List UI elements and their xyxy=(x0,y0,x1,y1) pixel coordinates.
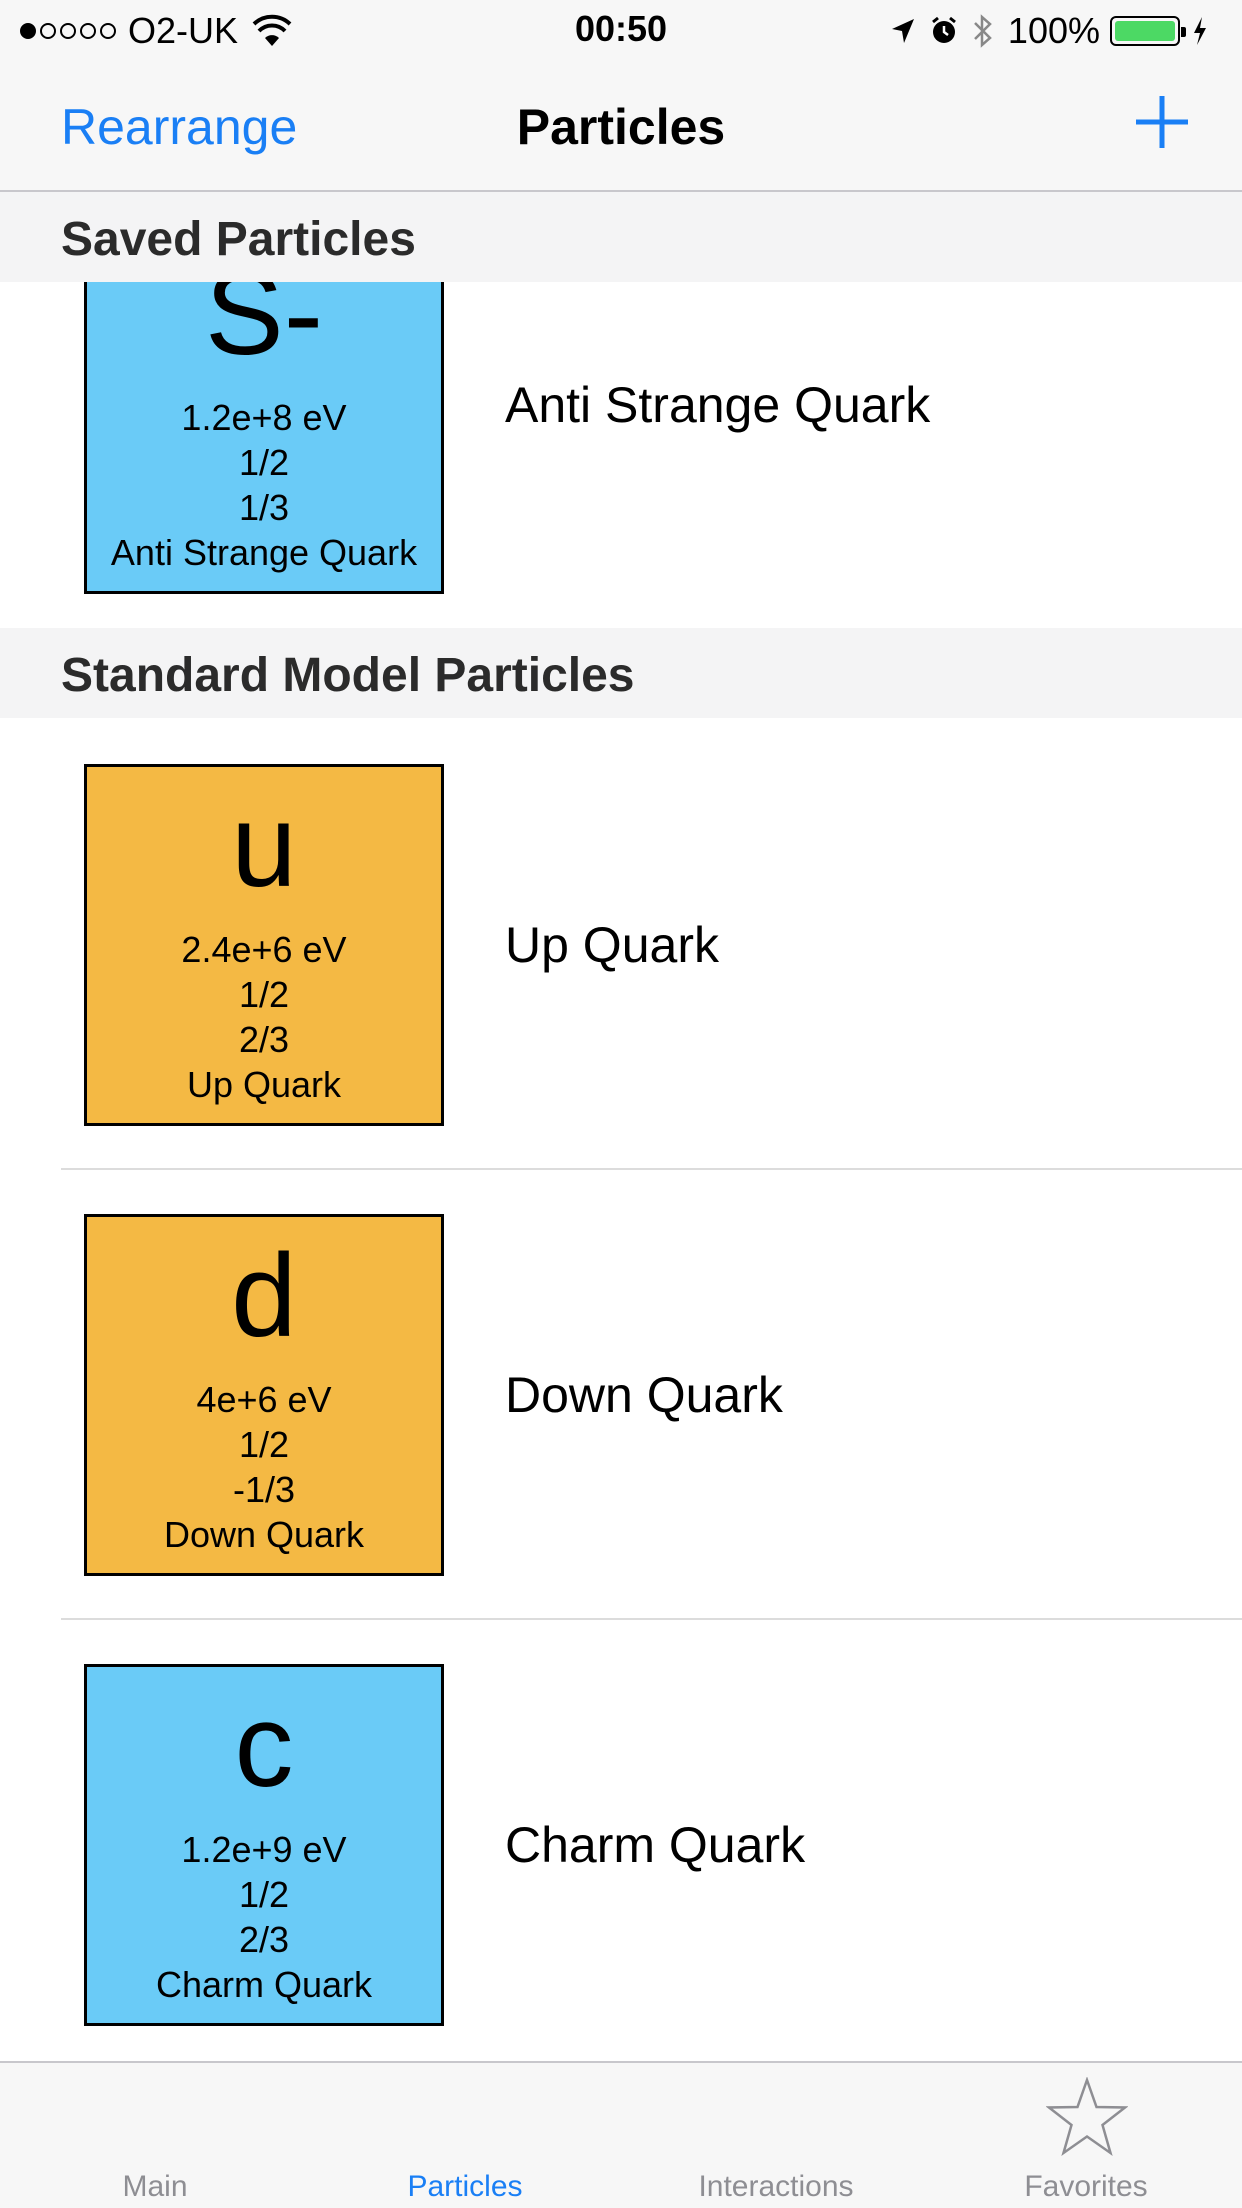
tab-favorites[interactable]: Favorites xyxy=(931,2063,1241,2208)
particle-tile-label: Anti Strange Quark xyxy=(110,532,418,573)
particle-name: Up Quark xyxy=(505,917,719,973)
particle-mass: 4e+6 eV xyxy=(196,1379,332,1420)
section-header-saved: Saved Particles xyxy=(0,192,1242,282)
particle-symbol: d xyxy=(231,1230,297,1362)
list-item[interactable]: u 2.4e+6 eV 1/2 2/3 Up Quark Up Quark xyxy=(0,718,1242,1168)
star-icon xyxy=(1046,2077,1128,2157)
page-title: Particles xyxy=(516,99,726,155)
particle-mass: 1.2e+9 eV xyxy=(181,1829,347,1870)
particle-spin: 1/2 xyxy=(238,974,290,1015)
particle-mass: 1.2e+8 eV xyxy=(181,397,347,438)
particle-tile-label: Up Quark xyxy=(186,1064,342,1105)
alarm-icon xyxy=(931,16,956,43)
particle-spin: 1/2 xyxy=(238,1424,290,1465)
tab-label: Interactions xyxy=(698,2170,854,2203)
tab-label: Particles xyxy=(407,2170,523,2203)
status-bar: O2-UK 00:50 100% xyxy=(0,0,1242,62)
particle-charge: -1/3 xyxy=(232,1469,296,1510)
plus-icon[interactable] xyxy=(1132,92,1192,152)
particle-tile-label: Charm Quark xyxy=(155,1964,373,2005)
particle-name: Charm Quark xyxy=(505,1817,806,1873)
particle-mass: 2.4e+6 eV xyxy=(181,929,347,970)
battery-level xyxy=(1115,21,1175,41)
list-item[interactable]: c 1.2e+9 eV 1/2 2/3 Charm Quark Charm Qu… xyxy=(0,1620,1242,2070)
particle-symbol: c xyxy=(234,1680,294,1812)
list-item[interactable]: d 4e+6 eV 1/2 -1/3 Down Quark Down Quark xyxy=(0,1170,1242,1620)
particle-charge: 2/3 xyxy=(238,1919,290,1960)
particle-name: Anti Strange Quark xyxy=(505,377,931,433)
section-header-standard-model: Standard Model Particles xyxy=(0,628,1242,718)
particle-spin: 1/2 xyxy=(238,442,290,483)
particle-tile: S- 1.2e+8 eV 1/2 1/3 Anti Strange Quark xyxy=(84,282,444,594)
charging-bolt-icon xyxy=(1194,17,1206,45)
bluetooth-icon xyxy=(974,14,992,48)
tab-interactions[interactable]: Interactions xyxy=(621,2063,931,2208)
tab-bar: Main Particles Interactions Favorites xyxy=(0,2061,1242,2208)
particle-symbol: u xyxy=(231,780,297,912)
battery-percent: 100% xyxy=(1007,10,1100,51)
section-title: Saved Particles xyxy=(61,213,416,266)
section-title: Standard Model Particles xyxy=(61,649,635,702)
particle-spin: 1/2 xyxy=(238,1874,290,1915)
tab-particles[interactable]: Particles xyxy=(310,2063,620,2208)
particle-tile-label: Down Quark xyxy=(163,1514,365,1555)
tab-label: Favorites xyxy=(1024,2170,1148,2203)
particle-charge: 1/3 xyxy=(238,487,290,528)
tab-label: Main xyxy=(122,2170,188,2203)
status-bar-right: 100% xyxy=(890,8,1222,54)
particle-tile: d 4e+6 eV 1/2 -1/3 Down Quark xyxy=(84,1214,444,1576)
particle-charge: 2/3 xyxy=(238,1019,290,1060)
list-item[interactable]: S- 1.2e+8 eV 1/2 1/3 Anti Strange Quark … xyxy=(0,282,1242,628)
particle-name: Down Quark xyxy=(505,1367,783,1423)
tab-main[interactable]: Main xyxy=(0,2063,310,2208)
particle-tile: c 1.2e+9 eV 1/2 2/3 Charm Quark xyxy=(84,1664,444,2026)
particle-tile: u 2.4e+6 eV 1/2 2/3 Up Quark xyxy=(84,764,444,1126)
navigation-bar: Rearrange Particles xyxy=(0,62,1242,192)
battery-icon xyxy=(1110,16,1186,46)
location-arrow-icon xyxy=(891,19,914,43)
particle-symbol: S- xyxy=(205,282,323,380)
